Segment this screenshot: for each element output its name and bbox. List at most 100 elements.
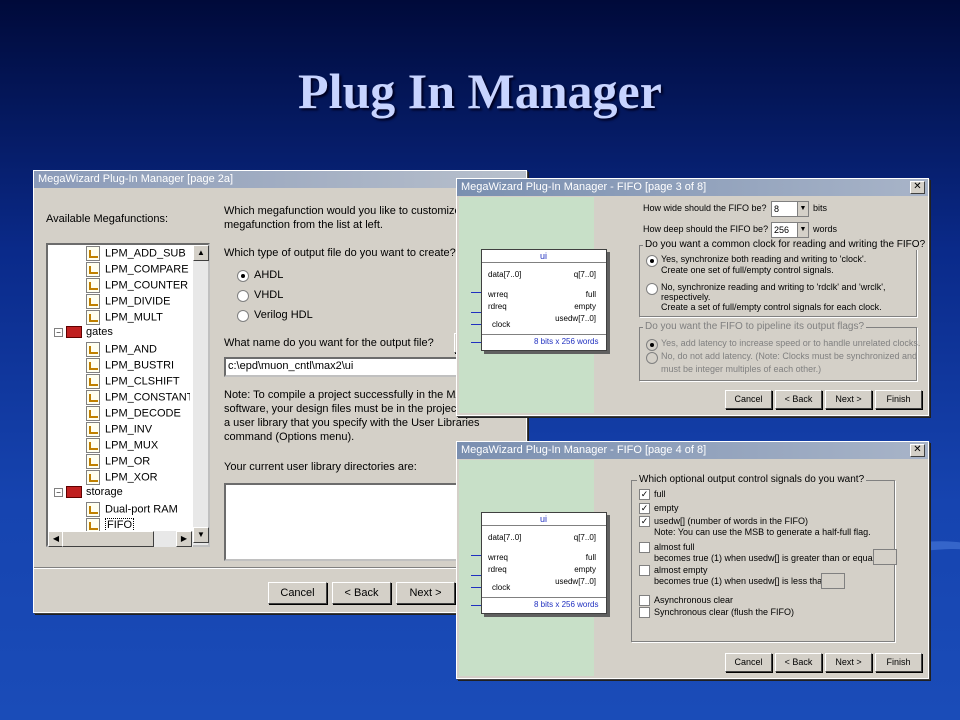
tree-item[interactable]: LPM_MULT [86,310,163,326]
tree-item[interactable]: LPM_MUX [86,438,158,454]
almost-full-desc: becomes true (1) when usedw[] is greater… [654,553,885,563]
collapse-icon[interactable]: − [54,487,63,497]
checkbox-almost-empty-label: almost empty [654,565,708,575]
pipe-no-line2: must be integer multiples of each other.… [661,364,822,374]
radio-vhdl-label: VHDL [254,289,284,301]
tree-item[interactable]: LPM_COUNTER [86,278,188,294]
tree-item[interactable]: LPM_CONSTANT [86,390,190,406]
close-icon[interactable]: ✕ [910,181,925,194]
megawizard-fifo-page-3-window: MegaWizard Plug-In Manager - FIFO [page … [456,178,929,416]
checkbox-empty-label: empty [654,503,679,513]
next-button[interactable]: Next > [396,582,455,604]
megafunction-icon [86,246,100,261]
checkbox-async-clear[interactable] [639,595,650,606]
width-combo[interactable]: 8 ▼ [771,201,809,217]
tree-item-label: gates [86,326,113,338]
finish-button[interactable]: Finish [875,390,922,409]
clock-yes-line1: Yes, synchronize both reading and writin… [661,254,867,264]
window-titlebar[interactable]: MegaWizard Plug-In Manager - FIFO [page … [457,179,928,196]
megafunction-icon [86,342,100,357]
checkbox-sync-clear[interactable] [639,607,650,618]
library-dirs-label: Your current user library directories ar… [224,461,417,473]
megawizard-page-2a-window: MegaWizard Plug-In Manager [page 2a] Ava… [33,170,527,613]
close-icon[interactable]: ✕ [910,444,925,457]
checkbox-almost-full-label: almost full [654,542,695,552]
checkbox-almost-empty[interactable] [639,565,650,576]
tree-item[interactable]: LPM_XOR [86,470,158,486]
tree-horizontal-scrollbar[interactable]: ◀ ▶ [48,531,193,547]
tree-item[interactable]: LPM_ADD_SUB [86,246,186,262]
tree-item[interactable]: LPM_AND [86,342,157,358]
collapse-icon[interactable]: − [54,327,63,337]
tree-item[interactable]: LPM_COMPARE [86,262,189,278]
checkbox-full[interactable]: ✓ [639,489,650,500]
window-titlebar[interactable]: MegaWizard Plug-In Manager [page 2a] [34,171,526,188]
tree-vertical-scrollbar[interactable]: ▲ ▼ [193,245,209,545]
tree-item[interactable]: LPM_DECODE [86,406,181,422]
tree-item[interactable]: LPM_DIVIDE [86,294,170,310]
radio-separate-clocks[interactable] [646,283,658,295]
radio-ahdl[interactable] [237,270,249,282]
tree-item-label: LPM_DIVIDE [105,295,171,308]
radio-no-latency[interactable] [646,352,658,364]
pin-wire [471,324,481,325]
depth-value: 256 [774,225,790,235]
tree-item[interactable]: LPM_INV [86,422,152,438]
scroll-right-arrow-icon[interactable]: ▶ [176,531,192,547]
back-button[interactable]: < Back [775,390,822,409]
pin-empty: empty [574,302,596,311]
pin-wire [471,292,481,293]
radio-add-latency[interactable] [646,339,658,351]
horizontal-scroll-thumb[interactable] [62,531,154,547]
megawizard-fifo-page-4-window: MegaWizard Plug-In Manager - FIFO [page … [456,441,929,679]
next-button[interactable]: Next > [825,390,872,409]
pin-wire [471,312,481,313]
radio-common-clock[interactable] [646,255,658,267]
megafunction-icon [86,454,100,469]
megafunction-icon [86,422,100,437]
megafunction-icon [86,374,100,389]
megafunction-icon [86,358,100,373]
tree-item[interactable]: LPM_OR [86,454,150,470]
tree-folder[interactable]: − storage [54,486,123,502]
checkbox-empty[interactable]: ✓ [639,503,650,514]
symbol-name: ui [540,514,548,524]
megafunction-tree[interactable]: LPM_ADD_SUB LPM_COMPARE LPM_COUNTER LPM_DIV… [46,243,210,547]
back-button[interactable]: < Back [775,653,822,672]
clock-yes-line2: Create one set of full/empty control sig… [661,265,834,275]
checkbox-usedw[interactable]: ✓ [639,516,650,527]
tree-folder[interactable]: − gates [54,326,113,342]
question-depth: How deep should the FIFO be? [643,224,769,234]
pin-wrreq: wrreq [488,290,509,299]
radio-vhdl[interactable] [237,290,249,302]
cancel-button[interactable]: Cancel [268,582,327,604]
checkbox-almost-full[interactable] [639,542,650,553]
back-button[interactable]: < Back [332,582,391,604]
tree-item[interactable]: LPM_BUSTRI [86,358,174,374]
chevron-down-icon[interactable]: ▼ [797,202,808,216]
tree-item-label: LPM_AND [105,343,157,356]
megafunction-icon [86,470,100,485]
depth-combo[interactable]: 256 ▼ [771,222,809,238]
tree-item-label: LPM_XOR [105,471,158,484]
tree-item[interactable]: LPM_CLSHIFT [86,374,180,390]
cancel-button[interactable]: Cancel [725,390,772,409]
scroll-down-arrow-icon[interactable]: ▼ [193,527,209,543]
finish-button[interactable]: Finish [875,653,922,672]
tree-item-label: LPM_COUNTER [105,279,189,292]
window-titlebar[interactable]: MegaWizard Plug-In Manager - FIFO [page … [457,442,928,459]
chevron-down-icon[interactable]: ▼ [797,223,808,237]
almost-empty-threshold-field[interactable] [821,573,845,589]
almost-full-threshold-field[interactable] [873,549,897,565]
symbol-footer: 8 bits x 256 words [534,600,599,609]
cancel-button[interactable]: Cancel [725,653,772,672]
next-button[interactable]: Next > [825,653,872,672]
pin-rdreq: rdreq [488,565,507,574]
pipe-yes-label: Yes, add latency to increase speed or to… [661,338,921,348]
pin-clock: clock [492,320,511,329]
scroll-up-arrow-icon[interactable]: ▲ [193,245,209,261]
radio-verilog[interactable] [237,310,249,322]
pin-wire [471,575,481,576]
tree-item[interactable]: Dual-port RAM [86,502,178,518]
clock-no-line1: No, synchronize reading and writing to '… [661,282,886,292]
